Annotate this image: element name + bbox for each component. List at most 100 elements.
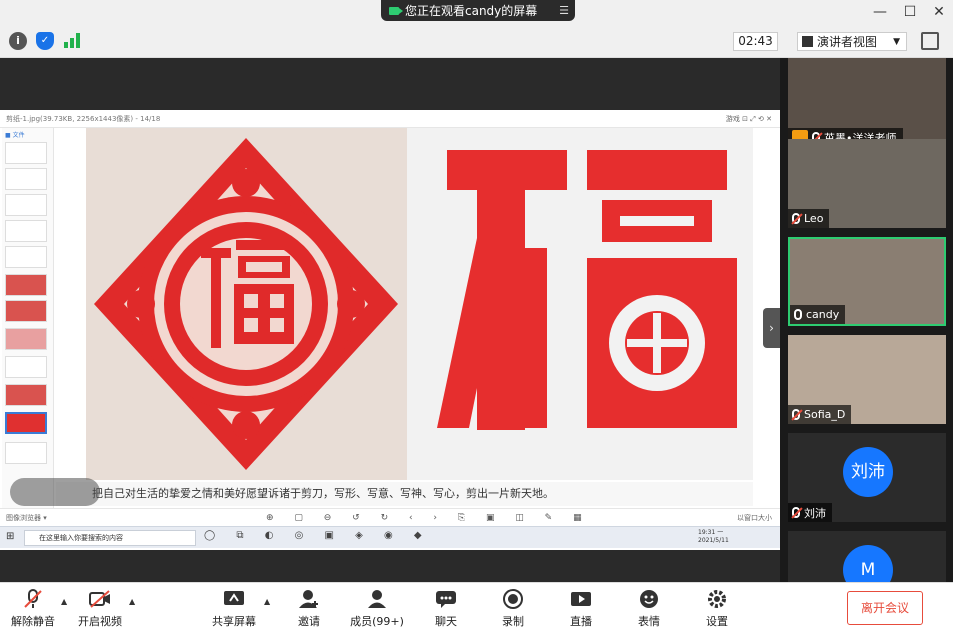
smile-icon	[638, 589, 660, 609]
participant-label: Leo	[788, 209, 830, 228]
participant-name: 刘沛	[804, 506, 826, 520]
thumbnail	[5, 194, 47, 216]
start-video-label: 开启视频	[78, 615, 122, 628]
taskbar-time: 19:31 一	[698, 529, 724, 536]
leave-meeting-button[interactable]: 离开会议	[847, 591, 923, 625]
mic-muted-icon	[792, 213, 800, 224]
viewer-status-left: 图像浏览器 ▾	[6, 514, 47, 522]
participant-name: Sofia_D	[804, 408, 846, 421]
participant-name: candy	[806, 308, 840, 321]
participant-name: Leo	[804, 212, 824, 225]
thumbnail	[5, 246, 47, 268]
gear-icon	[706, 589, 728, 609]
participant-tile[interactable]: Leo	[788, 139, 946, 228]
paper-cut-fu-character-image	[407, 128, 753, 480]
share-screen-label: 共享屏幕	[212, 615, 256, 628]
live-label: 直播	[570, 615, 592, 628]
camera-icon	[389, 6, 403, 15]
layout-icon	[802, 36, 813, 47]
participant-tile-active-speaker[interactable]: candy	[788, 237, 946, 326]
image-viewer-title: 剪纸-1.jpg(39.73KB, 2256x1443像素) - 14/18	[6, 115, 161, 123]
record-label: 录制	[502, 615, 524, 628]
thumbnail	[5, 142, 47, 164]
participant-label: Sofia_D	[788, 405, 852, 424]
thumbnail-strip: ■ 文件	[2, 128, 54, 508]
participant-label: 刘沛	[788, 503, 832, 522]
taskbar-search-box: 在这里输入你要搜索的内容	[24, 530, 196, 546]
maximize-button[interactable]: ☐	[900, 2, 920, 22]
minimize-button[interactable]: —	[870, 2, 890, 22]
viewer-toolbar-icons[interactable]: ⊕ ▢ ⊖ ↺ ↻ ‹ › ⎘ ▣ ◫ ✎ ▦	[266, 509, 591, 527]
settings-button[interactable]: 设置	[702, 589, 732, 633]
floating-viewer-controls[interactable]	[10, 478, 100, 506]
thumbnail	[5, 442, 47, 464]
image-viewer-statusbar: 图像浏览器 ▾ ⊕ ▢ ⊖ ↺ ↻ ‹ › ⎘ ▣ ◫ ✎ ▦ 以窗口大小	[0, 508, 780, 526]
meeting-control-bar: 解除静音 ▲ 开启视频 ▲ 共享屏幕 ▲ 邀请 成员(99+) 聊天 录制 直播…	[0, 582, 953, 634]
unmute-label: 解除静音	[11, 615, 55, 628]
mic-muted-icon	[792, 409, 800, 420]
thumbnail-header: ■ 文件	[5, 132, 25, 139]
thumbnail	[5, 274, 47, 296]
add-user-icon	[298, 589, 320, 609]
menu-icon[interactable]: ☰	[559, 4, 569, 17]
paper-cut-diamond-image	[86, 128, 407, 480]
invite-button[interactable]: 邀请	[294, 589, 324, 633]
start-video-button[interactable]: 开启视频	[76, 589, 124, 633]
shared-screen-stage: 剪纸-1.jpg(39.73KB, 2256x1443像素) - 14/18 游…	[0, 58, 780, 582]
reactions-label: 表情	[638, 615, 660, 628]
thumbnail	[5, 300, 47, 322]
participant-panel: 茁墨•洋洋老师 Leo candy Sofia_D 刘沛 刘沛 M	[780, 58, 953, 620]
sharing-notice-text: 您正在观看candy的屏幕	[405, 4, 538, 18]
settings-label: 设置	[706, 615, 728, 628]
chevron-up-icon[interactable]: ▲	[61, 597, 67, 606]
video-off-icon	[89, 589, 111, 609]
info-icon[interactable]: i	[9, 32, 27, 50]
thumbnail	[5, 328, 47, 350]
sharing-notice-pill[interactable]: 您正在观看candy的屏幕 ☰	[381, 0, 575, 21]
live-stream-icon	[570, 589, 592, 609]
unmute-button[interactable]: 解除静音	[10, 589, 56, 633]
chat-icon	[435, 589, 457, 609]
thumbnail-selected	[5, 412, 47, 434]
chevron-up-icon[interactable]: ▲	[129, 597, 135, 606]
view-mode-label: 演讲者视图	[817, 35, 878, 49]
share-screen-icon	[223, 589, 245, 609]
taskbar-app-icons: ◯ ⧉ ◐ ◎ ▣ ◈ ◉ ◆	[204, 530, 431, 541]
chat-button[interactable]: 聊天	[431, 589, 461, 633]
record-button[interactable]: 录制	[498, 589, 528, 633]
taskbar-date: 2021/5/11	[698, 537, 729, 544]
record-icon	[502, 589, 524, 609]
security-shield-icon[interactable]: ✓	[36, 32, 54, 50]
slide-caption: 把自己对生活的挚爱之情和美好愿望诉诸于剪刀，写形、写意、写神、写心，剪出一片新天…	[56, 482, 753, 506]
members-icon	[366, 589, 388, 609]
thumbnail	[5, 356, 47, 378]
chat-label: 聊天	[435, 615, 457, 628]
mic-muted-icon	[792, 507, 800, 518]
image-viewer-window-controls: 游戏 ⊡ ⤢ ⟲ ✕	[725, 115, 772, 123]
viewer-status-right: 以窗口大小	[737, 514, 772, 522]
close-window-button[interactable]: ✕	[929, 2, 949, 22]
members-button[interactable]: 成员(99+)	[350, 589, 404, 633]
reactions-button[interactable]: 表情	[634, 589, 664, 633]
windows-start-icon: ⊞	[6, 531, 15, 542]
invite-label: 邀请	[298, 615, 320, 628]
share-screen-button[interactable]: 共享屏幕	[210, 589, 258, 633]
mic-icon	[794, 309, 802, 320]
shared-screen: 剪纸-1.jpg(39.73KB, 2256x1443像素) - 14/18 游…	[0, 110, 780, 550]
thumbnail	[5, 220, 47, 242]
collapse-panel-button[interactable]: ›	[763, 308, 780, 348]
avatar: 刘沛	[843, 447, 893, 497]
participant-tile[interactable]: 茁墨•洋洋老师	[788, 58, 946, 147]
remote-taskbar: ⊞ 在这里输入你要搜索的内容 ◯ ⧉ ◐ ◎ ▣ ◈ ◉ ◆ 19:31 一 2…	[0, 526, 780, 548]
network-signal-icon[interactable]	[64, 32, 82, 48]
members-label: 成员(99+)	[350, 615, 404, 628]
live-button[interactable]: 直播	[566, 589, 596, 633]
view-mode-dropdown[interactable]: 演讲者视图 ▼	[797, 32, 907, 51]
fullscreen-icon[interactable]	[921, 32, 939, 50]
participant-tile[interactable]: 刘沛 刘沛	[788, 433, 946, 522]
chevron-down-icon: ▼	[893, 36, 900, 47]
thumbnail	[5, 168, 47, 190]
chevron-up-icon[interactable]: ▲	[264, 597, 270, 606]
participant-tile[interactable]: Sofia_D	[788, 335, 946, 424]
meeting-info-bar: i ✓ 02:43 演讲者视图 ▼	[0, 24, 953, 58]
